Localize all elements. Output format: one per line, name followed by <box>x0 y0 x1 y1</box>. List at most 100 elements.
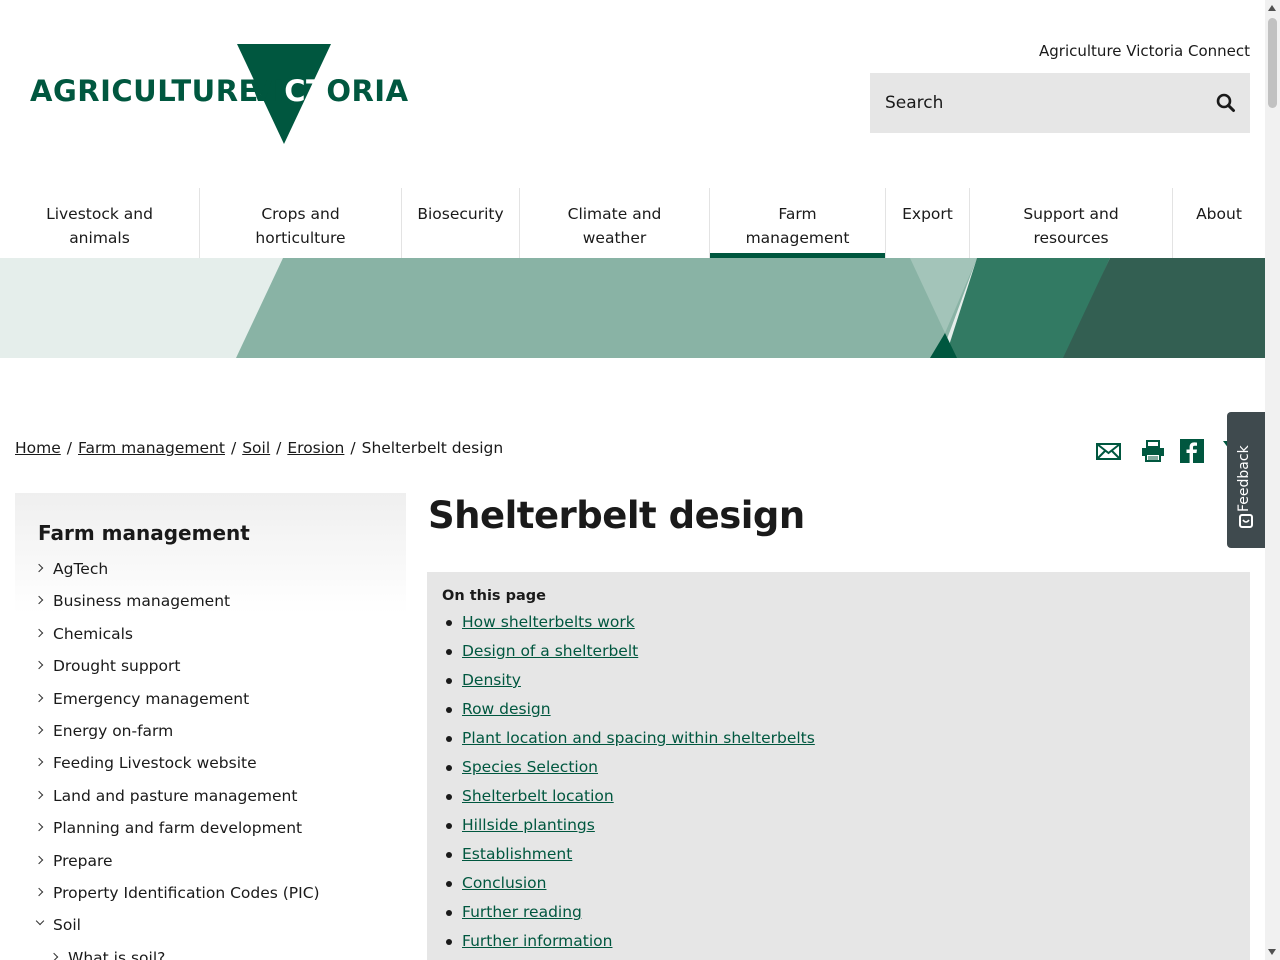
toc-link-design-of-a-shelterbelt[interactable]: Design of a shelterbelt <box>462 642 638 660</box>
toc-link-species-selection[interactable]: Species Selection <box>462 758 598 776</box>
toc-list: How shelterbelts work Design of a shelte… <box>442 612 1235 960</box>
sidebar-item-label: Business management <box>53 592 231 611</box>
scrollbar-thumb[interactable] <box>1268 18 1277 108</box>
sidebar-item-label: Emergency management <box>53 689 250 708</box>
breadcrumb-farm-management[interactable]: Farm management <box>78 439 225 457</box>
breadcrumb-erosion[interactable]: Erosion <box>287 439 344 457</box>
chevron-right-icon <box>34 563 44 573</box>
sidebar-item-emergency-management[interactable]: Emergency management <box>34 689 406 721</box>
logo-victoria-b: CT <box>284 74 327 108</box>
sidebar-subitem-what-is-soil[interactable]: What is soil? <box>38 948 406 960</box>
share-email-button[interactable] <box>1096 438 1122 464</box>
scroll-down-arrow-icon[interactable] <box>1268 949 1276 955</box>
sidebar-item-agtech[interactable]: AgTech <box>34 559 406 591</box>
page-scrollbar[interactable] <box>1265 0 1280 960</box>
toc-link-further-information[interactable]: Further information <box>462 932 612 950</box>
chevron-right-icon <box>34 628 44 638</box>
sidebar-item-property-identification-codes[interactable]: Property Identification Codes (PIC) <box>34 883 406 915</box>
feedback-label: Feedback <box>1236 445 1252 512</box>
sidebar-item-label: AgTech <box>53 560 109 578</box>
sidebar-title: Farm management <box>38 521 250 545</box>
chevron-right-icon <box>34 855 44 864</box>
toc-link-row-design[interactable]: Row design <box>462 700 551 718</box>
nav-label-line2: resources <box>1033 229 1109 247</box>
logo-text-victoria: VICTORIA <box>250 74 409 108</box>
facebook-icon <box>1180 439 1204 463</box>
main-navigation: Livestock and animals Crops and horticul… <box>0 188 1265 258</box>
nav-crops-and-horticulture[interactable]: Crops and horticulture <box>200 188 402 258</box>
sidebar-item-energy-on-farm[interactable]: Energy on-farm <box>34 721 406 753</box>
search-box <box>870 73 1250 133</box>
toc-link-conclusion[interactable]: Conclusion <box>462 874 546 892</box>
sidebar-item-label: Prepare <box>53 851 113 870</box>
sidebar-navigation: Farm management AgTech Business manageme… <box>15 493 406 960</box>
nav-support-and-resources[interactable]: Support and resources <box>970 188 1173 258</box>
toc-item: Hillside plantings <box>442 815 1235 844</box>
chevron-right-icon <box>34 790 44 799</box>
nav-label-line2: animals <box>69 229 130 247</box>
scroll-up-arrow-icon[interactable] <box>1268 5 1276 11</box>
sidebar-item-prepare[interactable]: Prepare <box>34 851 406 883</box>
chevron-right-icon <box>34 887 44 897</box>
chevron-right-icon <box>34 596 44 605</box>
sidebar-item-feeding-livestock-website[interactable]: Feeding Livestock website <box>34 753 406 785</box>
nav-label-line1: Climate and <box>567 205 662 223</box>
nav-label-line2: management <box>745 229 850 247</box>
breadcrumb-soil[interactable]: Soil <box>242 439 270 457</box>
sidebar-item-soil[interactable]: Soil <box>35 915 406 947</box>
toc-item: Species Selection <box>442 757 1235 786</box>
nav-export[interactable]: Export <box>886 188 970 258</box>
toc-link-how-shelterbelts-work[interactable]: How shelterbelts work <box>462 613 635 631</box>
search-input[interactable] <box>885 93 1195 113</box>
toc-item: Further reading <box>442 902 1235 931</box>
sidebar-item-drought-support[interactable]: Drought support <box>34 656 406 688</box>
toc-link-further-reading[interactable]: Further reading <box>462 903 582 921</box>
toc-link-plant-location-and-spacing[interactable]: Plant location and spacing within shelte… <box>462 729 815 747</box>
on-this-page-panel: On this page How shelterbelts work Desig… <box>427 572 1250 960</box>
nav-farm-management[interactable]: Farm management <box>710 188 886 258</box>
print-icon <box>1142 440 1164 462</box>
print-button[interactable] <box>1141 438 1165 464</box>
toc-item: Plant location and spacing within shelte… <box>442 728 1235 757</box>
search-button[interactable] <box>1216 93 1236 113</box>
toc-link-establishment[interactable]: Establishment <box>462 845 572 863</box>
toc-link-shelterbelt-location[interactable]: Shelterbelt location <box>462 787 614 805</box>
email-icon <box>1096 443 1121 460</box>
breadcrumb-separator: / <box>230 439 237 457</box>
breadcrumb-separator: / <box>66 439 73 457</box>
sidebar-item-chemicals[interactable]: Chemicals <box>34 624 406 656</box>
toc-item: How shelterbelts work <box>442 612 1235 641</box>
breadcrumb-home[interactable]: Home <box>15 439 61 457</box>
chevron-right-icon <box>34 758 44 767</box>
chevron-down-icon <box>35 917 45 926</box>
chevron-right-icon <box>34 660 44 670</box>
toc-item: Conclusion <box>442 873 1235 902</box>
share-facebook-button[interactable] <box>1180 438 1204 464</box>
breadcrumb: Home / Farm management / Soil / Erosion … <box>15 439 503 457</box>
sidebar-item-label: Land and pasture management <box>53 786 298 805</box>
nav-climate-and-weather[interactable]: Climate and weather <box>520 188 710 258</box>
nav-label-line1: About <box>1196 205 1242 223</box>
nav-label-line2: horticulture <box>255 229 346 247</box>
nav-label-line1: Support and <box>1023 205 1119 223</box>
sidebar-item-planning-and-farm-development[interactable]: Planning and farm development <box>34 818 406 850</box>
sidebar-item-label: What is soil? <box>68 948 166 960</box>
sidebar-item-land-and-pasture-management[interactable]: Land and pasture management <box>34 786 406 818</box>
nav-label-line1: Livestock and <box>46 205 153 223</box>
sidebar-item-business-management[interactable]: Business management <box>34 591 406 623</box>
nav-livestock-and-animals[interactable]: Livestock and animals <box>0 188 200 258</box>
logo-victoria-a: VI <box>250 74 285 108</box>
decorative-banner <box>0 258 1265 358</box>
feedback-tab[interactable]: Feedback <box>1227 412 1265 548</box>
search-icon <box>1216 93 1235 112</box>
agriculture-victoria-connect-link[interactable]: Agriculture Victoria Connect <box>1039 42 1250 60</box>
chevron-right-icon <box>34 693 44 702</box>
toc-item: Further information <box>442 931 1235 960</box>
toc-link-hillside-plantings[interactable]: Hillside plantings <box>462 816 595 834</box>
nav-about[interactable]: About <box>1173 188 1265 258</box>
sidebar-item-label: Drought support <box>53 657 181 676</box>
toc-link-density[interactable]: Density <box>462 671 521 689</box>
logo-victoria-c: ORIA <box>326 74 409 108</box>
nav-biosecurity[interactable]: Biosecurity <box>402 188 520 258</box>
site-logo[interactable]: AGRICULTURE VICTORIA <box>30 44 410 144</box>
